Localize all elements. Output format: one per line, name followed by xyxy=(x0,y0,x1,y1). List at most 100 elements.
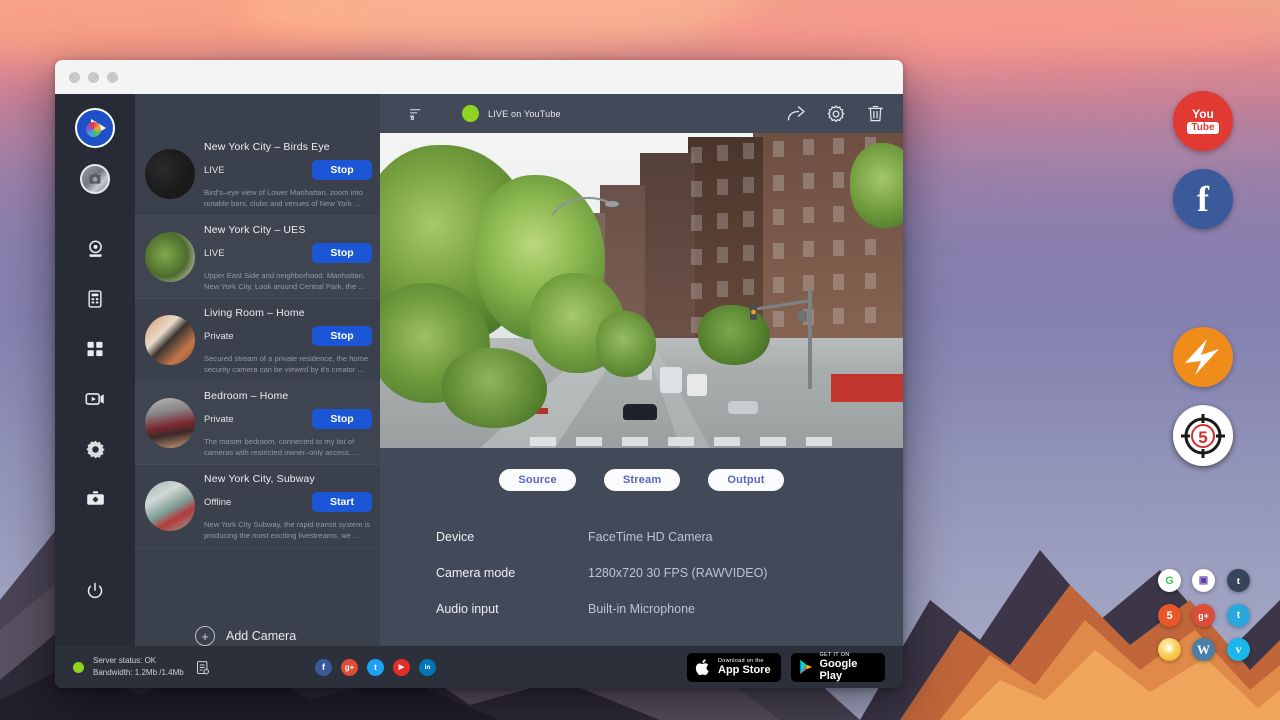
live-status-dot xyxy=(462,105,479,122)
facebook-desktop-icon[interactable]: f xyxy=(1173,169,1233,229)
camera-description: New York City Subway, the rapid transit … xyxy=(204,519,372,541)
youtube-you-text: You xyxy=(1192,108,1214,120)
camera-action-button[interactable]: Stop xyxy=(312,326,372,346)
delete-button[interactable] xyxy=(866,104,885,123)
app-logo-icon[interactable] xyxy=(75,108,115,148)
sidebar-item-power[interactable] xyxy=(71,566,119,616)
sidebar-item-cameras[interactable] xyxy=(71,224,119,274)
camera-action-button[interactable]: Stop xyxy=(312,409,372,429)
logo-color-dot xyxy=(86,122,101,137)
linkedin-icon[interactable]: in xyxy=(419,659,436,676)
facebook-icon[interactable]: f xyxy=(315,659,332,676)
twitter-icon[interactable]: t xyxy=(367,659,384,676)
app-store-text: Download on the App Store xyxy=(718,658,771,676)
camera-list-panel: New York City – Birds Eye LIVE Stop Bird… xyxy=(135,94,380,646)
sidebar-item-recordings[interactable] xyxy=(71,374,119,424)
main-toolbar: LIVE on YouTube xyxy=(380,94,903,133)
window-titlebar[interactable] xyxy=(55,60,903,94)
google-play-button[interactable]: GET IT ON Google Play xyxy=(791,653,885,682)
power-icon xyxy=(85,581,105,601)
camera-action-button[interactable]: Stop xyxy=(312,243,372,263)
settings-button[interactable] xyxy=(826,104,846,124)
sun-icon[interactable]: ☀ xyxy=(1158,638,1181,661)
car-decor xyxy=(623,404,657,420)
googleplus-icon[interactable]: g+ xyxy=(341,659,358,676)
share-button[interactable] xyxy=(786,104,806,124)
close-button[interactable] xyxy=(69,72,80,83)
youtube-icon[interactable]: ▶ xyxy=(393,659,410,676)
camera-description: Secured stream of a private residence, t… xyxy=(204,353,372,375)
car-decor xyxy=(728,401,758,414)
add-camera-button[interactable]: + Add Camera xyxy=(135,608,380,646)
tab-output[interactable]: Output xyxy=(708,469,783,491)
tumblr-icon[interactable]: t xyxy=(1227,569,1250,592)
info-value[interactable]: Built-in Microphone xyxy=(588,602,695,616)
list-item[interactable]: Living Room – Home Private Stop Secured … xyxy=(135,299,380,382)
status-bar: Server status: OK Bandwidth: 1.2Mb /1.4M… xyxy=(55,646,903,688)
camera-title: Living Room – Home xyxy=(204,307,372,319)
camera-info: New York City, Subway Offline Start New … xyxy=(204,473,372,541)
traffic-light-decor xyxy=(716,281,836,391)
bandwidth-line: Bandwidth: 1.2Mb /1.4Mb xyxy=(93,667,184,679)
info-label: Camera mode xyxy=(436,566,588,580)
document-button[interactable]: i xyxy=(195,660,210,675)
camera-state: LIVE xyxy=(204,248,225,259)
googleplus-icon[interactable]: g+ xyxy=(1192,604,1215,627)
live-status: LIVE on YouTube xyxy=(462,105,786,122)
app-window[interactable]: New York City – Birds Eye LIVE Stop Bird… xyxy=(55,60,903,688)
app-store-button[interactable]: Download on the App Store xyxy=(687,653,781,682)
camera-title: Bedroom – Home xyxy=(204,390,372,402)
sidebar-item-account[interactable] xyxy=(80,164,110,194)
play-triangle-icon xyxy=(799,658,813,676)
camera-status-row: Offline Start xyxy=(204,492,372,512)
camera-status-row: Private Stop xyxy=(204,409,372,429)
wordpress-icon[interactable]: W xyxy=(1192,638,1215,661)
twitter-icon[interactable]: t xyxy=(1227,604,1250,627)
twitch-icon[interactable]: ▣ xyxy=(1192,569,1215,592)
camera-description: The master bedroom, connected to my list… xyxy=(204,436,372,458)
add-camera-label: Add Camera xyxy=(226,629,296,643)
five-icon[interactable]: 5 xyxy=(1158,604,1181,627)
sidebar-item-dashboard[interactable] xyxy=(71,324,119,374)
wowza-desktop-icon[interactable] xyxy=(1173,327,1233,387)
camera-description: Bird's–eye view of Lower Manhattan, zoom… xyxy=(204,187,372,209)
video-preview[interactable] xyxy=(380,133,903,448)
groups-icon[interactable]: G xyxy=(1158,569,1181,592)
camera-info: Bedroom – Home Private Stop The master b… xyxy=(204,390,372,458)
google-play-big: Google Play xyxy=(819,658,877,682)
info-value[interactable]: FaceTime HD Camera xyxy=(588,530,713,544)
document-icon: i xyxy=(195,660,210,675)
list-item[interactable]: Bedroom – Home Private Stop The master b… xyxy=(135,382,380,465)
vimeo-icon[interactable]: v xyxy=(1227,638,1250,661)
toolbar-actions xyxy=(786,104,885,124)
info-value[interactable]: 1280x720 30 FPS (RAWVIDEO) xyxy=(588,566,767,580)
sidebar-item-settings[interactable] xyxy=(71,424,119,474)
gear-icon xyxy=(85,439,106,460)
camera-action-button[interactable]: Stop xyxy=(312,160,372,180)
gear-icon xyxy=(826,104,846,124)
social-links: f g+ t ▶ in xyxy=(315,659,687,676)
wowza-lightning-icon xyxy=(1173,327,1233,387)
webcam-icon xyxy=(85,239,106,260)
sort-button[interactable] xyxy=(380,106,450,121)
list-item[interactable]: New York City, Subway Offline Start New … xyxy=(135,465,380,548)
list-item[interactable]: New York City – UES LIVE Stop Upper East… xyxy=(135,216,380,299)
first-aid-icon xyxy=(85,489,106,510)
tab-stream[interactable]: Stream xyxy=(604,469,681,491)
source-info: Device FaceTime HD Camera Camera mode 12… xyxy=(380,491,903,627)
sidebar-item-logs[interactable] xyxy=(71,274,119,324)
camera-list[interactable]: New York City – Birds Eye LIVE Stop Bird… xyxy=(135,133,380,608)
main-panel: LIVE on YouTube xyxy=(380,94,903,646)
youtube-desktop-icon[interactable]: You Tube xyxy=(1173,91,1233,151)
tab-source[interactable]: Source xyxy=(499,469,576,491)
server-status-text: Server status: OK Bandwidth: 1.2Mb /1.4M… xyxy=(93,655,184,679)
desktop: New York City – Birds Eye LIVE Stop Bird… xyxy=(0,0,1280,720)
list-item[interactable]: New York City – Birds Eye LIVE Stop Bird… xyxy=(135,133,380,216)
sidebar-item-support[interactable] xyxy=(71,474,119,524)
camera-title: New York City – Birds Eye xyxy=(204,141,372,153)
maximize-button[interactable] xyxy=(107,72,118,83)
minimize-button[interactable] xyxy=(88,72,99,83)
camera-action-button[interactable]: Start xyxy=(312,492,372,512)
video-icon xyxy=(84,388,106,410)
target-five-desktop-icon[interactable]: 5 xyxy=(1173,406,1233,466)
